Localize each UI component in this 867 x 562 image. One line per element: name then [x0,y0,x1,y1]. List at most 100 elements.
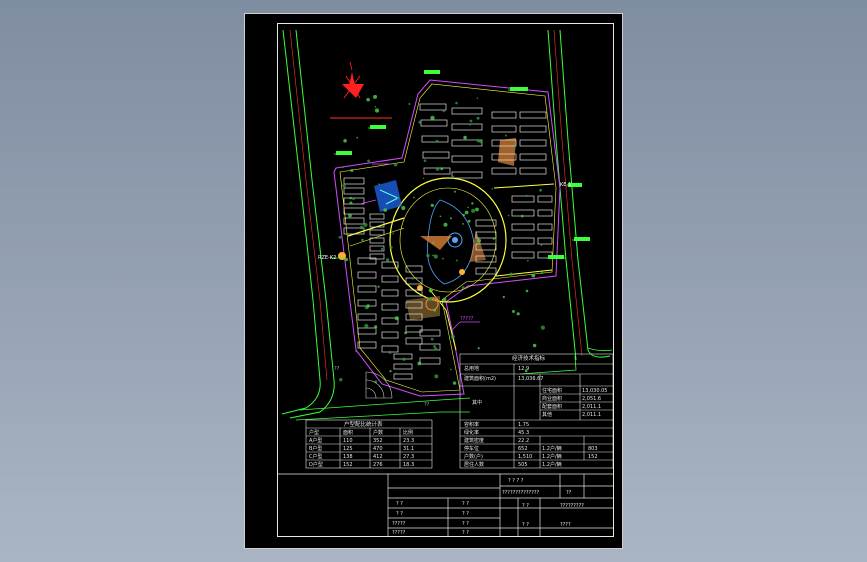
tree [467,219,471,223]
econ-value: 12.9 [518,366,530,372]
tree [440,167,444,171]
unit-table-cell: 352 [373,438,383,444]
tree [435,139,439,143]
building-block [511,251,535,259]
tree [449,217,452,220]
building-block [357,341,377,349]
tree [355,350,358,353]
tree [462,213,465,217]
tree [428,297,432,302]
building-block [369,229,385,236]
tree [413,196,415,199]
entrance-plaza [365,371,393,399]
tree [396,197,400,200]
tree [463,135,467,140]
unit-table-header: 户数 [373,430,384,436]
building-block [343,207,365,215]
tree [408,103,411,105]
tree [397,264,399,267]
building-block [343,177,365,185]
econ-extra: 1.2户/辆 [542,462,562,468]
tree [356,136,359,139]
unit-table-header: 户型 [309,430,320,436]
tree [540,244,543,246]
econ-value: 1,510 [518,454,533,460]
building-block [420,119,448,127]
tree [520,214,524,218]
unit-table-cell: D户型 [309,462,323,468]
tree [450,334,455,339]
building-block [511,237,535,245]
tree [432,254,434,257]
project-subtitle: ?????????????? [502,490,540,496]
building-block [511,223,535,231]
tree [469,123,471,126]
building-block [357,327,377,335]
econ-label: 绿化率 [464,430,480,436]
tb-cell-m1: ? ? [462,501,469,507]
building-block [537,209,553,217]
tree [531,273,536,278]
tree [348,213,352,218]
tree [377,285,380,288]
tree [434,374,439,379]
econ-value: 13,036.67 [518,376,544,382]
tree [433,254,438,259]
tree [361,238,364,242]
building-block [519,125,547,133]
building-block [405,325,423,333]
tb-cell-l1: ? ? [396,501,403,507]
econ-extra: 1.2户/辆 [542,446,562,452]
tb-cell-l2: ? ? [396,511,403,517]
building-block [491,167,517,175]
tree [532,343,537,348]
building-block [343,217,365,225]
tree [507,214,510,217]
econ-sub-value: 2,011.1 [582,412,602,418]
unit-table-cell: C户型 [309,454,323,460]
tree [540,271,544,275]
site-plan-drawing [277,29,614,537]
drawing-number: ???? [560,522,571,528]
econ-value: 505 [518,462,528,468]
building-block [369,213,385,220]
tb-cell-r2: ? ? [522,522,529,528]
unit-table-cell: 27.3 [403,454,415,460]
tree [505,134,507,137]
building-block [393,363,413,370]
building-block [451,123,483,131]
tree [525,289,529,293]
south-label-1: ?? [334,366,340,372]
tree [525,194,528,197]
econ-extra: 1.2户/辆 [542,454,562,460]
econ-label: 户数(户) [464,454,483,460]
econ-sub-label: 住宅面积 [542,388,563,394]
marker-label: ????? [460,316,474,322]
tree [513,146,516,149]
tree [374,325,378,329]
building-block [519,139,547,147]
tree [363,222,368,227]
building-block [451,155,483,163]
tree [475,207,479,212]
tree [385,258,390,262]
econ-sub-value: 2,051.6 [582,396,602,402]
tb-cell-l4: ????? [392,530,406,536]
tb-cell-l3: ????? [392,521,406,527]
building-block [537,223,553,231]
building-block [511,195,535,203]
econ-sub-label: 配套面积 [542,404,563,410]
building-block [405,277,423,285]
tree [352,198,355,201]
tree [383,208,388,212]
tree [418,120,422,124]
tree [349,196,353,200]
tree [469,119,473,123]
building-block [381,275,399,283]
tree [461,286,465,290]
tree [455,101,458,105]
tree [455,259,458,262]
econ-table-title: 经济技术指标 [512,356,546,362]
south-label-2: ?? [424,402,430,408]
tree [432,242,434,244]
